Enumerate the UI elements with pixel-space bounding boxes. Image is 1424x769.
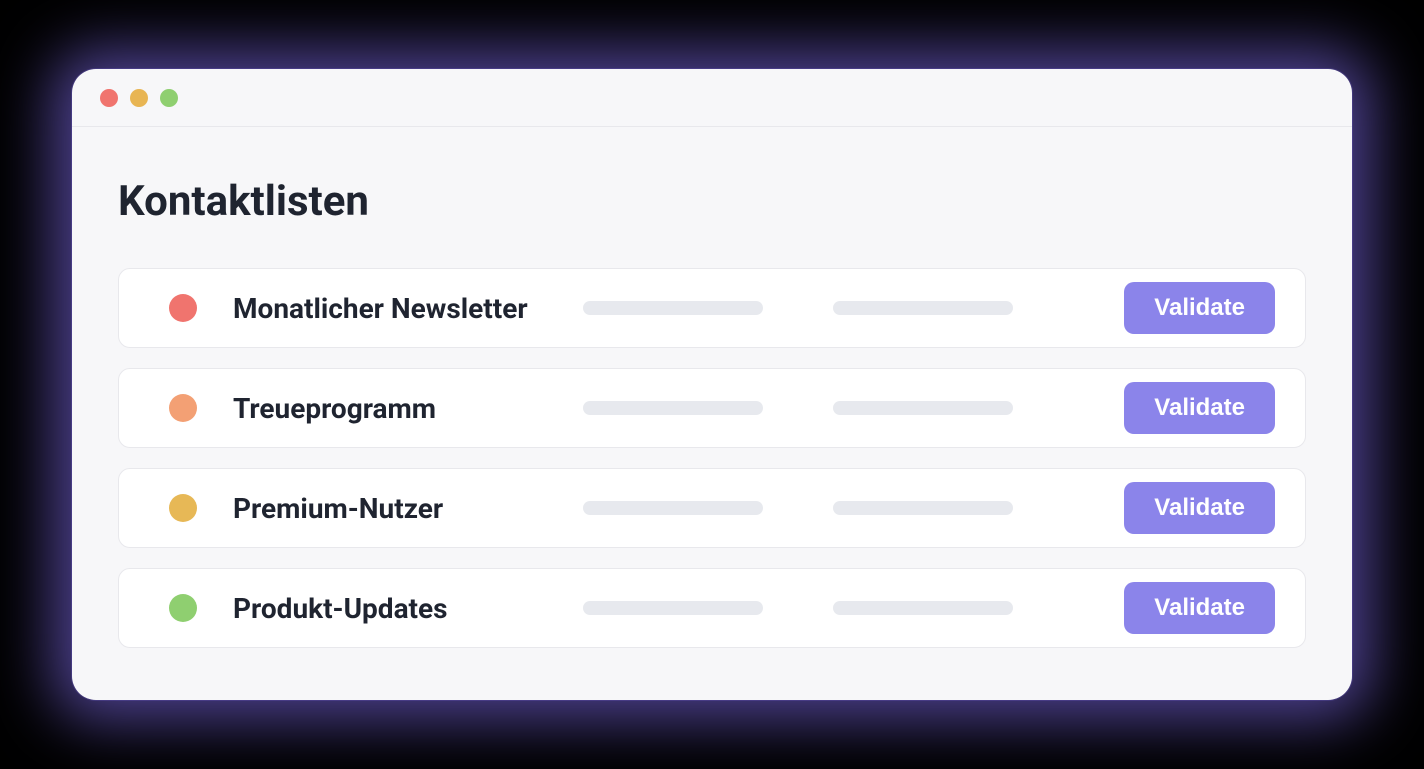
contact-lists: Monatlicher Newsletter Validate Treuepro… [118, 268, 1306, 648]
status-dot-icon [169, 394, 197, 422]
placeholder-group [583, 601, 1124, 615]
validate-button[interactable]: Validate [1124, 582, 1275, 634]
placeholder-bar [833, 501, 1013, 515]
list-item-label: Treueprogramm [233, 392, 583, 425]
placeholder-group [583, 401, 1124, 415]
content-area: Kontaktlisten Monatlicher Newsletter Val… [72, 127, 1352, 700]
list-item-label: Premium-Nutzer [233, 492, 583, 525]
status-dot-icon [169, 494, 197, 522]
placeholder-bar [833, 301, 1013, 315]
status-dot-icon [169, 294, 197, 322]
list-item-label: Monatlicher Newsletter [233, 292, 583, 325]
window-close-icon[interactable] [100, 89, 118, 107]
validate-button[interactable]: Validate [1124, 282, 1275, 334]
app-window: Kontaktlisten Monatlicher Newsletter Val… [72, 69, 1352, 700]
titlebar [72, 69, 1352, 127]
page-title: Kontaktlisten [118, 177, 1306, 226]
list-item[interactable]: Premium-Nutzer Validate [118, 468, 1306, 548]
status-dot-icon [169, 594, 197, 622]
validate-button[interactable]: Validate [1124, 482, 1275, 534]
window-maximize-icon[interactable] [160, 89, 178, 107]
placeholder-bar [583, 401, 763, 415]
placeholder-group [583, 301, 1124, 315]
list-item-label: Produkt-Updates [233, 592, 583, 625]
window-minimize-icon[interactable] [130, 89, 148, 107]
placeholder-bar [833, 401, 1013, 415]
placeholder-bar [583, 301, 763, 315]
list-item[interactable]: Produkt-Updates Validate [118, 568, 1306, 648]
placeholder-group [583, 501, 1124, 515]
validate-button[interactable]: Validate [1124, 382, 1275, 434]
placeholder-bar [833, 601, 1013, 615]
list-item[interactable]: Treueprogramm Validate [118, 368, 1306, 448]
placeholder-bar [583, 501, 763, 515]
placeholder-bar [583, 601, 763, 615]
list-item[interactable]: Monatlicher Newsletter Validate [118, 268, 1306, 348]
